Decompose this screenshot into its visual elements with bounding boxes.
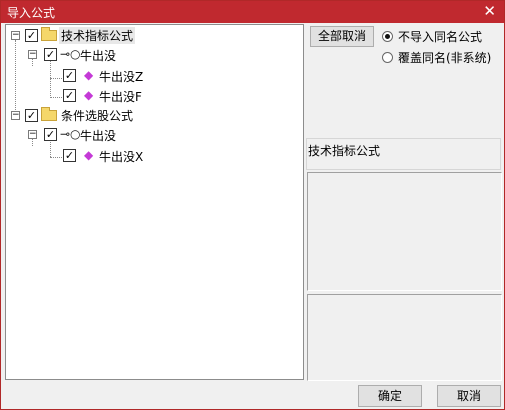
tree-node-label: 牛出没X [99, 150, 144, 164]
formula-tree[interactable]: − ✓ 技术指标公式 − ✓ ⊸○ 牛出没 ✓ ◆ 牛出没Z ✓ ◆ 牛出没F … [5, 24, 304, 380]
tree-node-formula[interactable]: ✓ ◆ 牛出没X [6, 145, 296, 164]
cancel-all-button[interactable]: 全部取消 [310, 26, 374, 47]
dialog-title: 导入公式 [7, 6, 56, 20]
collapse-icon[interactable]: − [28, 50, 37, 59]
node-checkbox[interactable]: ✓ [44, 128, 57, 141]
formula-description-panel[interactable] [307, 172, 502, 291]
node-checkbox[interactable]: ✓ [63, 89, 76, 102]
close-icon[interactable]: ✕ [483, 2, 496, 20]
tree-node-label: 技术指标公式 [59, 27, 136, 44]
formula-gem-icon: ◆ [84, 88, 94, 102]
tree-node-formula-group[interactable]: − ✓ ⊸○ 牛出没 [6, 125, 296, 143]
formula-params-panel[interactable] [307, 294, 502, 381]
title-bar[interactable]: 导入公式 ✕ [1, 1, 504, 23]
tree-node-category[interactable]: − ✓ 技术指标公式 [6, 26, 296, 44]
detail-header: 技术指标公式 [308, 144, 381, 158]
radio-overwrite-label[interactable]: 覆盖同名(非系统) [398, 49, 491, 66]
tree-node-label: 牛出没 [80, 49, 117, 63]
node-checkbox[interactable]: ✓ [44, 48, 57, 61]
folder-icon [41, 107, 57, 121]
node-checkbox[interactable]: ✓ [63, 149, 76, 162]
tree-node-label: 牛出没 [80, 129, 117, 143]
tree-node-formula[interactable]: ✓ ◆ 牛出没F [6, 85, 296, 104]
node-checkbox[interactable]: ✓ [25, 29, 38, 42]
tree-node-label: 牛出没Z [99, 70, 144, 84]
node-checkbox[interactable]: ✓ [63, 69, 76, 82]
radio-no-import[interactable] [382, 31, 393, 42]
tree-node-formula[interactable]: ✓ ◆ 牛出没Z [6, 65, 296, 84]
detail-header-panel: 技术指标公式 [306, 138, 501, 170]
tree-node-category[interactable]: − ✓ 条件选股公式 [6, 106, 296, 124]
ok-button[interactable]: 确定 [358, 385, 422, 407]
node-checkbox[interactable]: ✓ [25, 109, 38, 122]
import-formula-dialog: 导入公式 ✕ − ✓ 技术指标公式 − ✓ ⊸○ 牛出没 ✓ ◆ 牛出没Z ✓ … [0, 0, 505, 410]
collapse-icon[interactable]: − [28, 130, 37, 139]
formula-gem-icon: ◆ [84, 68, 94, 82]
tree-node-label: 牛出没F [99, 90, 142, 104]
formula-gem-icon: ◆ [84, 148, 94, 162]
tree-node-formula-group[interactable]: − ✓ ⊸○ 牛出没 [6, 45, 296, 63]
key-icon: ⊸○ [60, 47, 81, 61]
folder-icon [41, 27, 57, 41]
radio-overwrite[interactable] [382, 52, 393, 63]
cancel-button[interactable]: 取消 [437, 385, 501, 407]
key-icon: ⊸○ [60, 127, 81, 141]
collapse-icon[interactable]: − [11, 111, 20, 120]
radio-no-import-label[interactable]: 不导入同名公式 [398, 28, 482, 45]
tree-node-label: 条件选股公式 [61, 109, 134, 123]
collapse-icon[interactable]: − [11, 31, 20, 40]
